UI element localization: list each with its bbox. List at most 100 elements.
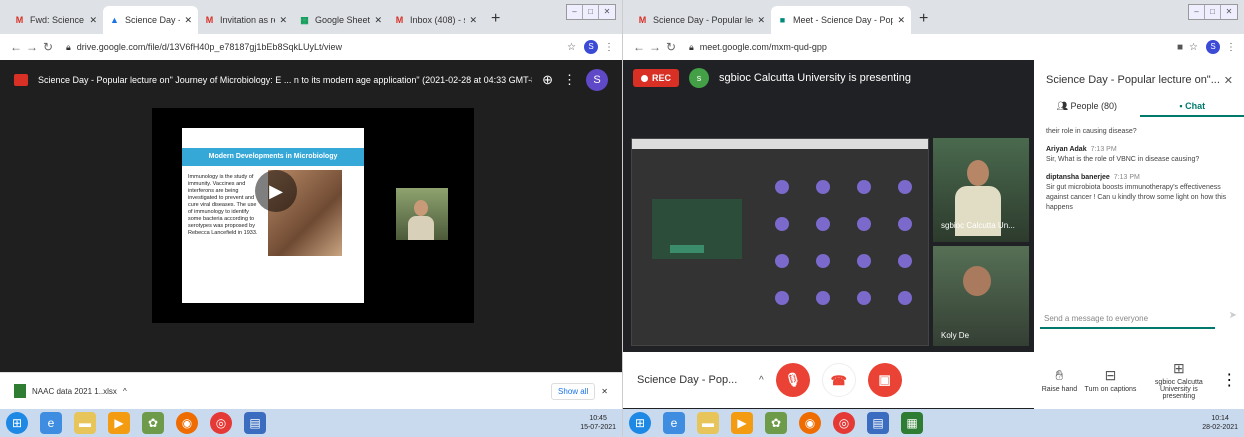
browser-tab[interactable]: MFwd: Science Day✕ xyxy=(8,6,103,34)
app-icon[interactable]: ✿ xyxy=(765,412,787,434)
start-icon[interactable]: ⊞ xyxy=(629,412,651,434)
drive-viewer: Science Day - Popular lecture on" Journe… xyxy=(0,60,622,372)
chevron-up-icon[interactable]: ^ xyxy=(759,375,764,386)
menu-icon[interactable]: ⋮ xyxy=(1226,42,1236,53)
left-browser-window: MFwd: Science Day✕ ▲Science Day - Po✕ MI… xyxy=(0,0,622,437)
show-all-button[interactable]: Show all xyxy=(551,382,596,400)
participant-tile[interactable]: Koly De xyxy=(933,246,1029,346)
mic-off-button[interactable]: 🎙︎ xyxy=(775,363,810,397)
chat-panel-title: Science Day - Popular lecture on"... ✕ xyxy=(1046,74,1233,87)
tab-chat[interactable]: ▪ Chat xyxy=(1139,97,1244,117)
maximize-icon[interactable]: □ xyxy=(1205,5,1221,19)
url-field[interactable]: 🔒︎ drive.google.com/file/d/13V6fH40p_e781… xyxy=(66,42,567,53)
minimize-icon[interactable]: – xyxy=(567,5,583,19)
back-icon[interactable]: ← xyxy=(8,40,24,54)
windows-taskbar: ⊞ e ▬ ▶ ✿ ◉ ◎ ▤ ▦ 10:14 28-02-2021 xyxy=(623,409,1244,437)
chat-input[interactable]: Send a message to everyone xyxy=(1040,310,1215,329)
word-icon[interactable]: ▤ xyxy=(244,412,266,434)
close-tab-icon[interactable]: ✕ xyxy=(897,15,905,26)
gmail-icon: M xyxy=(638,14,647,25)
menu-icon[interactable]: ⋮ xyxy=(604,42,614,53)
tab-people[interactable]: 👥︎ People (80) xyxy=(1034,97,1140,117)
word-icon[interactable]: ▤ xyxy=(867,412,889,434)
chevron-up-icon[interactable]: ^ xyxy=(123,387,127,396)
tab-strip: MFwd: Science Day✕ ▲Science Day - Po✕ MI… xyxy=(0,0,622,34)
presenter-avatar: s xyxy=(689,68,710,88)
close-window-icon[interactable]: ✕ xyxy=(599,5,615,19)
forward-icon[interactable]: → xyxy=(24,40,40,54)
close-tab-icon[interactable]: ✕ xyxy=(279,15,287,26)
profile-avatar[interactable]: S xyxy=(584,40,598,54)
browser-tab[interactable]: MInvitation as reso✕ xyxy=(198,6,293,34)
browser-tab[interactable]: MScience Day - Popular lecture on✕ xyxy=(631,6,771,34)
new-tab-button[interactable]: + xyxy=(919,10,928,28)
more-options-icon[interactable]: ⋮ xyxy=(563,72,576,88)
windows-taskbar: ⊞ e ▬ ▶ ✿ ◉ ◎ ▤ 10:45 15-07-2021 xyxy=(0,409,622,437)
close-tab-icon[interactable]: ✕ xyxy=(469,15,477,26)
media-icon[interactable]: ▶ xyxy=(731,412,753,434)
browser-tab[interactable]: MInbox (408) - sam✕ xyxy=(388,6,483,34)
sheets-app-icon[interactable]: ▦ xyxy=(901,412,923,434)
more-options-icon[interactable]: ⋮ xyxy=(1221,370,1237,390)
ie-icon[interactable]: e xyxy=(40,412,62,434)
browser-tab[interactable]: ■ Meet - Science Day - Popul ✕ xyxy=(771,6,911,34)
close-tab-icon[interactable]: ✕ xyxy=(757,15,765,26)
chrome-icon[interactable]: ◎ xyxy=(833,412,855,434)
firefox-icon[interactable]: ◉ xyxy=(176,412,198,434)
close-tab-icon[interactable]: ✕ xyxy=(89,15,97,26)
meet-controls: Science Day - Pop... ^ 🎙︎ ☎︎ ▣ xyxy=(623,352,1034,408)
new-tab-button[interactable]: + xyxy=(491,10,500,28)
close-panel-icon[interactable]: ✕ xyxy=(1224,74,1233,87)
profile-avatar[interactable]: S xyxy=(1206,40,1220,54)
maximize-icon[interactable]: □ xyxy=(583,5,599,19)
close-tab-icon[interactable]: ✕ xyxy=(184,15,192,26)
hand-icon: ✋︎ xyxy=(1055,367,1064,383)
shared-browser-bar xyxy=(632,139,928,149)
app-icon[interactable]: ✿ xyxy=(142,412,164,434)
shared-button xyxy=(670,245,704,253)
chat-tabs: 👥︎ People (80) ▪ Chat xyxy=(1034,91,1244,123)
shared-participant-grid xyxy=(760,167,926,317)
back-icon[interactable]: ← xyxy=(631,40,647,54)
url-field[interactable]: 🔒︎ meet.google.com/mxm-qud-gpp xyxy=(689,42,1177,53)
reload-icon[interactable]: ↻ xyxy=(40,40,56,54)
people-icon: 👥︎ xyxy=(1056,101,1071,111)
close-tab-icon[interactable]: ✕ xyxy=(374,15,382,26)
firefox-icon[interactable]: ◉ xyxy=(799,412,821,434)
close-window-icon[interactable]: ✕ xyxy=(1221,5,1237,19)
star-icon[interactable]: ☆ xyxy=(567,42,576,53)
leave-call-button[interactable]: ☎︎ xyxy=(821,363,856,397)
star-icon[interactable]: ☆ xyxy=(1189,42,1198,53)
minimize-icon[interactable]: – xyxy=(1189,5,1205,19)
reload-icon[interactable]: ↻ xyxy=(663,40,679,54)
participant-tile[interactable]: sgbioc Calcutta Un... xyxy=(933,138,1029,242)
captions-button[interactable]: ⊟ Turn on captions xyxy=(1085,367,1137,393)
raise-hand-button[interactable]: ✋︎ Raise hand xyxy=(1042,367,1077,393)
browser-tab[interactable]: ▲Science Day - Po✕ xyxy=(103,6,198,34)
camera-icon[interactable]: ■ xyxy=(1177,42,1183,53)
slide: Modern Developments in Microbiology Immu… xyxy=(182,128,364,303)
media-icon[interactable]: ▶ xyxy=(108,412,130,434)
lock-icon: 🔒︎ xyxy=(689,41,694,52)
add-to-drive-icon[interactable]: ⊕ xyxy=(542,72,553,88)
start-icon[interactable]: ⊞ xyxy=(6,412,28,434)
participant-face xyxy=(967,160,989,186)
forward-icon[interactable]: → xyxy=(647,40,663,54)
browser-tab[interactable]: ▦ Google Sheets ✕ xyxy=(293,6,388,34)
account-avatar[interactable]: S xyxy=(586,69,608,91)
explorer-icon[interactable]: ▬ xyxy=(74,412,96,434)
video-file-icon xyxy=(14,74,28,86)
present-button[interactable]: ⊞ sgbioc Calcutta University is presentin… xyxy=(1144,360,1214,400)
download-filename[interactable]: NAAC data 2021 1..xlsx xyxy=(32,387,117,396)
play-icon[interactable]: ▶ xyxy=(255,170,297,212)
camera-off-button[interactable]: ▣ xyxy=(867,363,902,397)
close-download-bar-icon[interactable]: ✕ xyxy=(601,387,608,396)
chrome-icon[interactable]: ◎ xyxy=(210,412,232,434)
meeting-title[interactable]: Science Day - Pop... xyxy=(637,374,747,386)
gmail-icon: M xyxy=(15,14,24,25)
send-icon[interactable]: ➤ xyxy=(1229,310,1237,321)
explorer-icon[interactable]: ▬ xyxy=(697,412,719,434)
ie-icon[interactable]: e xyxy=(663,412,685,434)
video-player[interactable]: Modern Developments in Microbiology Immu… xyxy=(152,108,474,323)
chat-panel: Science Day - Popular lecture on"... ✕ 👥︎… xyxy=(1034,60,1244,409)
